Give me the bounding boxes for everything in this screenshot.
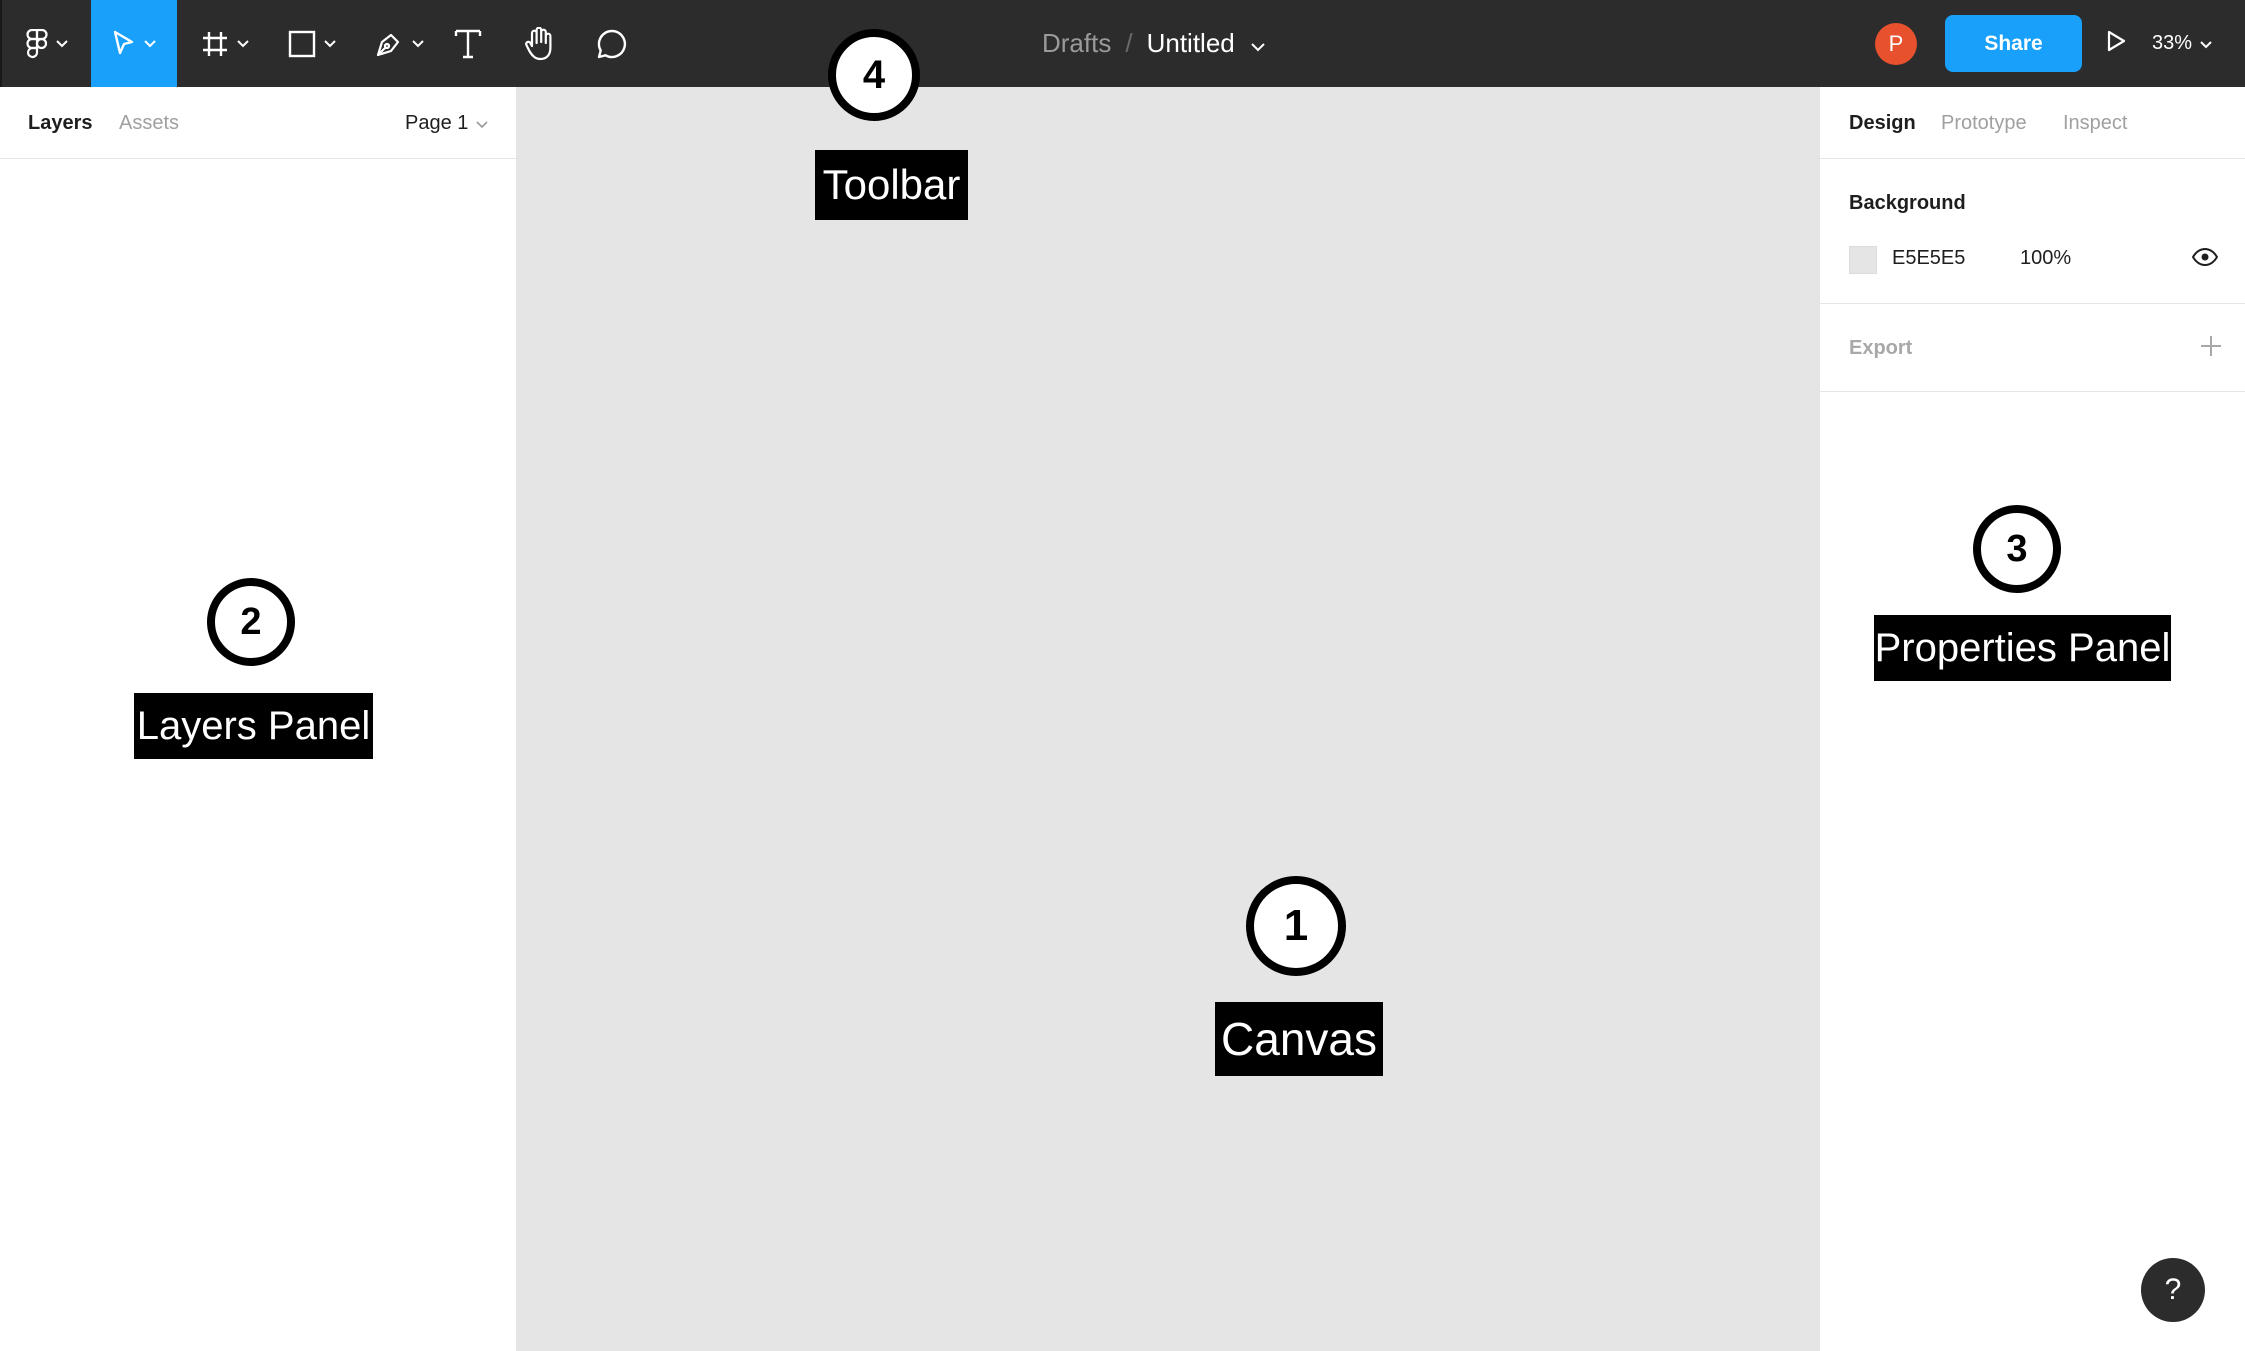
hand-tool-button[interactable] bbox=[517, 0, 561, 87]
hand-icon bbox=[523, 26, 555, 61]
breadcrumb-separator: / bbox=[1125, 28, 1133, 58]
callout-label-toolbar: Toolbar bbox=[815, 150, 968, 220]
left-panel-tabs: Layers Assets Page 1 bbox=[0, 87, 517, 159]
background-section-title: Background bbox=[1849, 192, 1966, 214]
move-tool-button[interactable] bbox=[91, 0, 177, 87]
cursor-arrow-icon bbox=[112, 30, 136, 58]
figma-logo-icon bbox=[26, 28, 48, 59]
toolbar: Drafts / Untitled P Share 33% bbox=[0, 0, 2245, 87]
background-hex-value[interactable]: E5E5E5 bbox=[1892, 247, 1965, 270]
comment-bubble-icon bbox=[596, 28, 628, 60]
shape-tool-button[interactable] bbox=[277, 0, 347, 87]
chevron-down-icon bbox=[56, 39, 68, 48]
breadcrumb: Drafts / Untitled bbox=[1042, 0, 1265, 87]
main-menu-button[interactable] bbox=[12, 0, 82, 87]
comment-tool-button[interactable] bbox=[590, 0, 634, 87]
properties-panel: Design Prototype Inspect Background E5E5… bbox=[1819, 87, 2245, 1351]
tab-layers[interactable]: Layers bbox=[28, 87, 93, 159]
callout-number-toolbar: 4 bbox=[828, 29, 920, 121]
zoom-level: 33% bbox=[2152, 32, 2193, 54]
chevron-down-icon bbox=[237, 39, 249, 48]
page-selector[interactable]: Page 1 bbox=[405, 87, 488, 159]
zoom-dropdown[interactable]: 33% bbox=[2152, 0, 2245, 87]
add-export-plus-icon[interactable] bbox=[2200, 335, 2222, 362]
eye-icon[interactable] bbox=[2191, 247, 2219, 271]
background-section bbox=[1820, 159, 2245, 304]
present-button[interactable] bbox=[2080, 0, 2152, 87]
text-tool-button[interactable] bbox=[447, 0, 489, 87]
background-color-swatch[interactable] bbox=[1849, 246, 1877, 274]
pen-icon bbox=[374, 29, 404, 59]
frame-tool-button[interactable] bbox=[190, 0, 260, 87]
chevron-down-icon bbox=[476, 112, 488, 135]
chevron-down-icon bbox=[144, 39, 156, 48]
play-icon bbox=[2106, 30, 2126, 57]
avatar[interactable]: P bbox=[1875, 23, 1917, 65]
pen-tool-button[interactable] bbox=[364, 0, 434, 87]
chevron-down-icon bbox=[324, 39, 336, 48]
tab-assets[interactable]: Assets bbox=[119, 87, 179, 159]
callout-label-properties-panel: Properties Panel bbox=[1874, 615, 2171, 681]
tab-prototype[interactable]: Prototype bbox=[1941, 87, 2027, 159]
rectangle-icon bbox=[288, 30, 316, 58]
share-button[interactable]: Share bbox=[1945, 15, 2082, 72]
callout-number-layers-panel: 2 bbox=[207, 578, 295, 666]
frame-hash-icon bbox=[201, 30, 229, 58]
tab-design[interactable]: Design bbox=[1849, 87, 1916, 159]
callout-label-layers-panel: Layers Panel bbox=[134, 693, 373, 759]
right-panel-tabs: Design Prototype Inspect bbox=[1820, 87, 2245, 159]
chevron-down-icon bbox=[2200, 32, 2212, 55]
help-button[interactable]: ? bbox=[2141, 1258, 2205, 1322]
page-selector-label: Page 1 bbox=[405, 111, 469, 134]
tab-inspect[interactable]: Inspect bbox=[2063, 87, 2127, 159]
chevron-down-icon bbox=[412, 39, 424, 48]
text-t-icon bbox=[454, 29, 482, 59]
callout-number-canvas: 1 bbox=[1246, 876, 1346, 976]
chevron-down-icon[interactable] bbox=[1251, 28, 1265, 59]
callout-label-canvas: Canvas bbox=[1215, 1002, 1383, 1076]
export-section-title: Export bbox=[1849, 337, 1913, 359]
breadcrumb-drafts-link[interactable]: Drafts bbox=[1042, 28, 1111, 59]
background-opacity-value[interactable]: 100% bbox=[2020, 247, 2071, 270]
canvas[interactable] bbox=[517, 87, 1819, 1351]
file-title[interactable]: Untitled bbox=[1147, 28, 1235, 59]
callout-number-properties-panel: 3 bbox=[1973, 505, 2061, 593]
